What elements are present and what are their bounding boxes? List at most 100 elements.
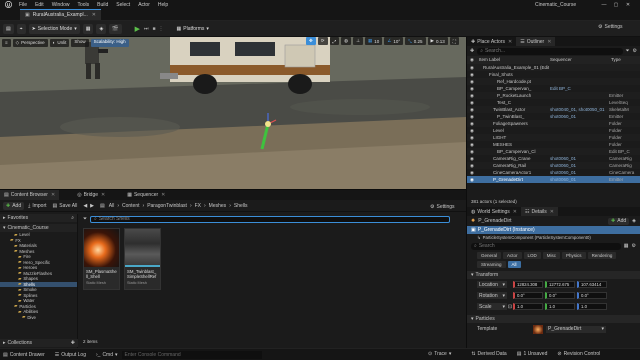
asset-tile[interactable]: SM_Twinblast_SimpleShellRef Static Mesh — [124, 228, 161, 290]
hamburger-icon[interactable]: ≡ — [2, 38, 11, 47]
outliner-row[interactable]: ◉ BP_Campervan_Cl Edit BP_C — [467, 148, 640, 155]
scalability-warning[interactable]: Scalability: High — [90, 38, 129, 47]
tab-close-icon[interactable]: ✕ — [92, 12, 96, 18]
add-button[interactable]: ✚ Add — [3, 201, 25, 210]
scale-x-field[interactable]: 1.0 — [513, 303, 543, 310]
cinematics-icon[interactable]: 🎬 — [109, 23, 122, 34]
tab-close-icon[interactable]: ✕ — [161, 192, 165, 198]
outliner-row[interactable]: ◉ TwinBlast_Actor shot0040_01, shot0050_01… — [467, 106, 640, 113]
outliner-row[interactable]: ◉ Ref_Hardcode.pt — [467, 78, 640, 85]
collections-section[interactable]: ▸ Collections ✚ — [0, 339, 78, 347]
search-icon[interactable]: ⌕ — [71, 215, 74, 221]
gear-icon[interactable]: ⚙ — [632, 243, 636, 249]
outliner-row[interactable]: ◉ Final_Shots — [467, 71, 640, 78]
selection-mode-button[interactable]: ➤ Selection Mode ▾ — [28, 23, 80, 34]
breadcrumb-paragon[interactable]: ParagonTwinblast — [147, 203, 187, 209]
menu-actor[interactable]: Actor — [138, 2, 150, 8]
world-icon[interactable]: ◍ — [341, 37, 352, 45]
scale-label-dropdown[interactable]: Scale ▾ — [477, 303, 507, 310]
rotation-x-field[interactable]: 0.0° — [513, 292, 543, 299]
minimize-icon[interactable]: — — [598, 2, 610, 8]
column-sequencer[interactable]: Sequencer — [550, 57, 572, 62]
tab-details[interactable]: ☷ Details ✕ — [521, 207, 558, 216]
filter-tab-rendering[interactable]: Rendering — [587, 252, 617, 259]
asset-search-input[interactable]: ⌕ Search Shells — [90, 215, 451, 223]
tab-close-icon[interactable]: ✕ — [513, 209, 517, 215]
outliner-row[interactable]: ◉ CameraRig_Rail shot0060_01 CameraRig — [467, 162, 640, 169]
console-input[interactable]: Enter Console Command — [121, 350, 262, 359]
outliner-row[interactable]: ◉ Level Folder — [467, 127, 640, 134]
grid-snap-button[interactable]: ▦ 10 — [365, 37, 383, 45]
stop-icon[interactable]: ■ — [152, 26, 155, 32]
filter-tab-lod[interactable]: LOD — [523, 252, 541, 259]
save-all-button[interactable]: ▤ Save All — [53, 203, 78, 209]
surface-snap-icon[interactable]: ⊥ — [353, 37, 364, 45]
filter-icon[interactable]: ⏷ — [626, 48, 630, 54]
favorites-section[interactable]: ▸ Favorites ⌕ — [0, 214, 77, 222]
filter-tab-all[interactable]: All — [507, 261, 521, 268]
outliner-row[interactable]: ◉ P_GrenadeDirt shot0060_01 Emitter — [467, 176, 640, 183]
column-item-label[interactable]: Item Label — [479, 57, 500, 62]
outliner-row[interactable]: ◉ CameraRig_Crane shot0060_01 CameraRig — [467, 155, 640, 162]
breadcrumb-meshes[interactable]: Meshes — [209, 203, 227, 209]
location-label-dropdown[interactable]: Location ▾ — [477, 281, 507, 288]
outliner-search-input[interactable]: ⌕ Search... — [477, 47, 623, 55]
blueprint-icon[interactable]: ◈ — [632, 218, 636, 224]
cb-settings-button[interactable]: ⚙ Settings — [430, 204, 455, 210]
tab-content-browser[interactable]: ▤ Content Browser ✕ — [0, 190, 60, 200]
add-actor-icon[interactable]: ✚ — [470, 48, 474, 54]
level-tab[interactable]: ▣ RuralAustralia_Exampl... ✕ — [20, 9, 101, 20]
outliner-row[interactable]: ◉ BP_Campervan_ Edit BP_C — [467, 85, 640, 92]
gear-icon[interactable]: ⚙ — [633, 48, 637, 54]
visibility-icon[interactable]: ◉ — [470, 177, 474, 183]
section-transform[interactable]: ▾ Transform — [467, 271, 640, 279]
plus-icon[interactable]: ✚ — [71, 340, 75, 346]
tab-close-icon[interactable]: ✕ — [550, 209, 554, 215]
breadcrumb-fx[interactable]: FX — [195, 203, 201, 209]
location-y-field[interactable]: 12772.675 — [545, 281, 575, 288]
folder-icon[interactable]: ▤ — [100, 203, 105, 209]
menu-window[interactable]: Window — [52, 2, 70, 8]
tab-close-icon[interactable]: ✕ — [101, 192, 105, 198]
show-button[interactable]: Show — [71, 38, 89, 47]
rotation-z-field[interactable]: 0.0° — [577, 292, 607, 299]
tab-close-icon[interactable]: ✕ — [547, 39, 551, 45]
mode-icon[interactable]: ⌖ — [16, 23, 26, 34]
unsaved-button[interactable]: ▤ 1 Unsaved — [517, 351, 548, 357]
blueprint-icon[interactable]: ◈ — [96, 23, 107, 34]
tab-bridge[interactable]: ◎ Bridge ✕ — [73, 190, 109, 200]
menu-select[interactable]: Select — [116, 2, 130, 8]
grid-view-icon[interactable]: ▦ — [624, 243, 629, 249]
filter-icon[interactable]: ⏷ — [83, 216, 87, 222]
location-z-field[interactable]: 107.63414 — [577, 281, 607, 288]
component-row-particles[interactable]: ↳ ParticleSystemComponent (ParticleSyste… — [467, 234, 640, 241]
rotate-icon[interactable]: ⟳ — [317, 37, 328, 45]
scale-snap-button[interactable]: ⤡ 0.25 — [405, 37, 426, 45]
maximize-viewport-icon[interactable]: ⛶ — [449, 37, 459, 45]
menu-tools[interactable]: Tools — [77, 2, 89, 8]
revision-control-button[interactable]: ⊘ Revision Control — [557, 351, 600, 357]
filter-tab-streaming[interactable]: Streaming — [477, 261, 506, 268]
scale-y-field[interactable]: 1.0 — [545, 303, 575, 310]
outliner-row[interactable]: ◉ LIGHT Folder — [467, 134, 640, 141]
import-button[interactable]: ⤓ Import — [28, 203, 46, 209]
content-icon[interactable]: ▦ — [82, 23, 94, 34]
breadcrumb-shells[interactable]: Shells — [234, 203, 248, 209]
level-viewport[interactable] — [0, 37, 466, 189]
filter-tab-general[interactable]: General — [477, 252, 502, 259]
platforms-button[interactable]: ▦ Platforms ▾ — [174, 24, 212, 34]
tab-close-icon[interactable]: ✕ — [508, 39, 512, 45]
menu-edit[interactable]: Edit — [35, 2, 44, 8]
location-x-field[interactable]: 12824.308 — [513, 281, 543, 288]
tab-world-settings[interactable]: ◍ World Settings ✕ — [467, 207, 521, 216]
tab-close-icon[interactable]: ✕ — [51, 192, 55, 198]
column-type[interactable]: Type — [611, 57, 621, 62]
filter-tab-actor[interactable]: Actor — [503, 252, 522, 259]
menu-build[interactable]: Build — [97, 2, 108, 8]
derived-data-button[interactable]: ⇅ Derived Data — [471, 351, 506, 357]
menu-file[interactable]: File — [19, 2, 27, 8]
cmd-dropdown[interactable]: ›_ Cmd ▾ — [96, 352, 118, 358]
save-icon[interactable]: ▤ — [3, 23, 14, 34]
trace-button[interactable]: ⊙ Trace ▾ — [428, 351, 451, 357]
camera-speed-button[interactable]: ▶ 0.13 — [427, 37, 448, 45]
